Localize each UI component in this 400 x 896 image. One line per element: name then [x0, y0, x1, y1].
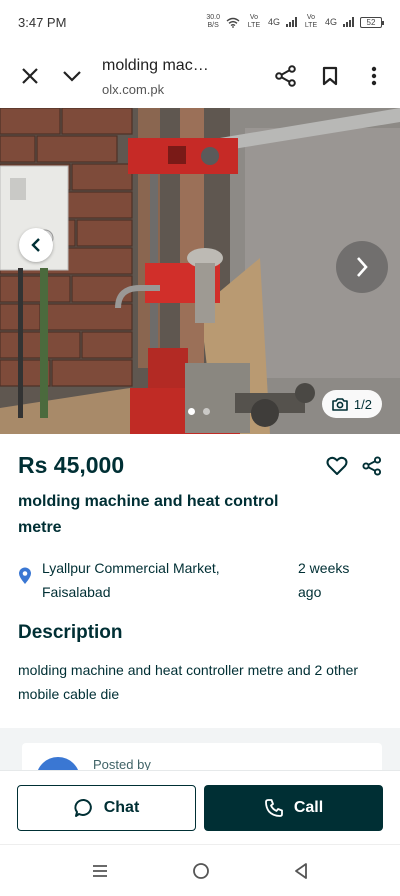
- network-label-2: Vo LTE: [304, 14, 318, 29]
- expand-button[interactable]: [50, 54, 94, 98]
- chat-bubble-icon: [74, 799, 92, 817]
- page-title: molding mac…: [102, 57, 209, 74]
- phone-icon: [264, 799, 283, 817]
- camera-icon: [332, 398, 348, 411]
- wifi-icon: [226, 17, 240, 28]
- close-button[interactable]: [8, 54, 52, 98]
- page-domain: olx.com.pk: [102, 82, 165, 97]
- browser-url-bar: molding mac… olx.com.pk: [0, 44, 400, 108]
- listing-price: Rs 45,000: [18, 452, 125, 478]
- description-heading: Description: [18, 622, 123, 643]
- home-icon[interactable]: [192, 862, 210, 880]
- battery-icon: 52: [360, 16, 384, 28]
- chevron-left-icon: [31, 238, 40, 252]
- bookmark-button[interactable]: [308, 54, 352, 98]
- close-icon: [22, 68, 38, 84]
- gallery-next-button[interactable]: [336, 241, 388, 293]
- share-icon[interactable]: [362, 455, 382, 476]
- status-time: 3:47 PM: [18, 14, 67, 30]
- listing-posted-time: 2 weeks ago: [298, 560, 350, 600]
- gallery-dot[interactable]: [203, 408, 210, 415]
- share-icon: [275, 65, 296, 87]
- price-row: Rs 45,000: [18, 452, 382, 479]
- heart-icon[interactable]: [326, 456, 348, 476]
- status-indicators: 30.0 B/S Vo LTE 4G Vo LTE 4G 52: [206, 14, 384, 30]
- url-display[interactable]: molding mac… olx.com.pk: [94, 55, 264, 97]
- chevron-right-icon: [357, 257, 368, 277]
- listing-actions: [326, 455, 382, 476]
- signal-icon-2: [343, 17, 354, 27]
- gallery-dots: [188, 408, 210, 415]
- network-type-2: 4G: [324, 17, 337, 27]
- chevron-down-icon: [63, 71, 81, 82]
- image-gallery[interactable]: 1/2: [0, 108, 400, 434]
- call-button-label: Call: [293, 799, 324, 816]
- listing-location: Lyallpur Commercial Market, Faisalabad: [42, 560, 220, 600]
- chat-button[interactable]: Chat: [17, 785, 196, 831]
- image-counter-badge: 1/2: [321, 390, 382, 418]
- recent-apps-icon[interactable]: [91, 863, 109, 879]
- system-nav-bar: [0, 844, 400, 896]
- location-row: Lyallpur Commercial Market, Faisalabad 2…: [18, 556, 382, 604]
- contact-action-bar: Chat Call: [0, 770, 400, 844]
- bookmark-icon: [322, 66, 338, 86]
- share-button[interactable]: [264, 54, 308, 98]
- description-body: molding machine and heat controller metr…: [18, 662, 359, 702]
- call-button[interactable]: Call: [204, 785, 383, 831]
- gallery-dot[interactable]: [188, 408, 195, 415]
- location-pin-icon: [19, 567, 31, 584]
- gallery-back-button[interactable]: [19, 228, 53, 262]
- signal-icon: [285, 17, 297, 27]
- listing-title: molding machine and heat control metre: [18, 493, 279, 536]
- back-icon[interactable]: [293, 862, 309, 880]
- more-vertical-icon: [371, 66, 377, 86]
- data-rate-indicator: 30.0 B/S: [206, 14, 220, 29]
- status-bar: 3:47 PM 30.0 B/S Vo LTE 4G Vo LTE 4G 52: [0, 0, 400, 44]
- chat-button-label: Chat: [103, 799, 140, 816]
- more-options-button[interactable]: [352, 54, 396, 98]
- image-counter-text: 1/2: [353, 396, 372, 412]
- network-label-1: Vo LTE: [247, 14, 261, 29]
- network-type-1: 4G: [267, 17, 280, 27]
